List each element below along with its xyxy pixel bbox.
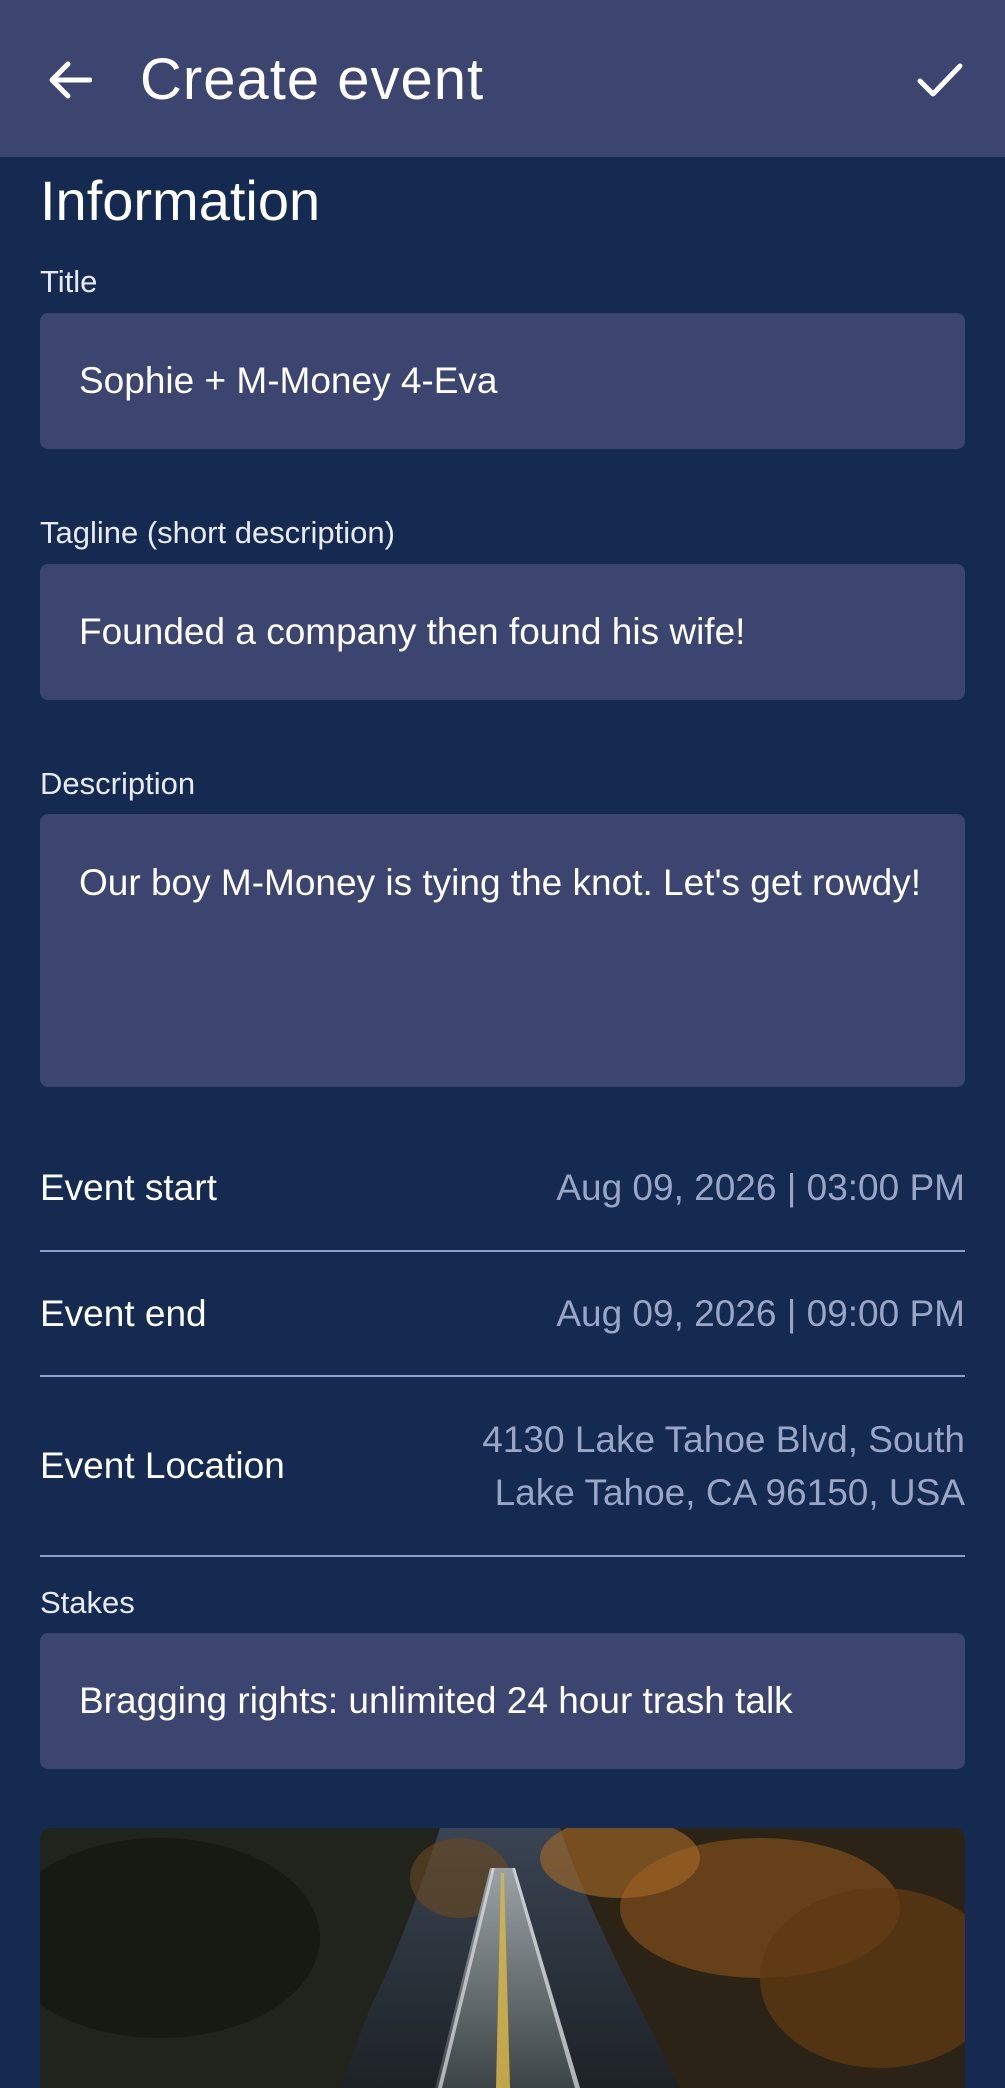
- stakes-input[interactable]: Bragging rights: unlimited 24 hour trash…: [40, 1633, 965, 1769]
- road-through-autumn-forest-image: [40, 1828, 965, 2088]
- back-button[interactable]: [40, 50, 100, 110]
- event-start-value: Aug 09, 2026 | 03:00 PM: [556, 1167, 965, 1208]
- save-button[interactable]: [910, 50, 970, 110]
- description-label: Description: [40, 766, 196, 801]
- tagline-input[interactable]: Founded a company then found his wife!: [40, 564, 965, 700]
- arrow-left-icon: [49, 61, 92, 99]
- event-end-row[interactable]: Event end Aug 09, 2026 | 09:00 PM: [40, 1252, 965, 1377]
- event-cover-image[interactable]: [40, 1828, 965, 2088]
- event-location-value: 4130 Lake Tahoe Blvd, South Lake Tahoe, …: [482, 1413, 965, 1519]
- event-location-label: Event Location: [40, 1445, 285, 1486]
- location-line-2: Lake Tahoe, CA 96150, USA: [494, 1472, 965, 1513]
- title-input[interactable]: Sophie + M-Money 4-Eva: [40, 313, 965, 449]
- event-start-label: Event start: [40, 1166, 217, 1208]
- description-textarea[interactable]: Our boy M-Money is tying the knot. Let's…: [40, 814, 965, 1087]
- event-start-row[interactable]: Event start Aug 09, 2026 | 03:00 PM: [40, 1125, 965, 1252]
- location-line-1: 4130 Lake Tahoe Blvd, South: [482, 1419, 965, 1460]
- app-bar: Create event: [0, 0, 1005, 157]
- event-end-label: Event end: [40, 1292, 207, 1334]
- stakes-label: Stakes: [40, 1585, 135, 1620]
- event-end-value: Aug 09, 2026 | 09:00 PM: [556, 1293, 965, 1334]
- tagline-label: Tagline (short description): [40, 515, 395, 550]
- section-title: Information: [40, 169, 321, 232]
- page-title: Create event: [140, 47, 485, 112]
- checkmark-icon: [917, 63, 963, 97]
- title-label: Title: [40, 264, 98, 299]
- event-location-row[interactable]: Event Location 4130 Lake Tahoe Blvd, Sou…: [40, 1377, 965, 1557]
